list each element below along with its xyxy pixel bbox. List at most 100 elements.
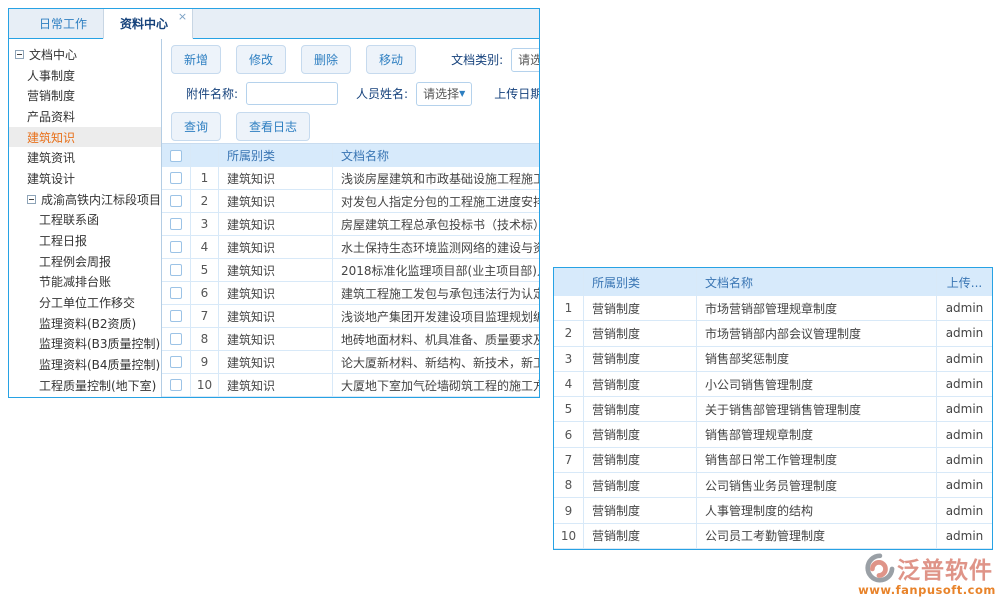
table-row[interactable]: 7营销制度销售部日常工作管理制度admin bbox=[554, 448, 992, 473]
row-checkbox[interactable] bbox=[170, 172, 182, 184]
tree-node-project[interactable]: 成渝高铁内江标段项目 bbox=[9, 189, 161, 210]
row-category: 建筑知识 bbox=[219, 236, 333, 258]
sidebar-item[interactable]: 工程例会周报 bbox=[9, 251, 161, 272]
row-number: 4 bbox=[191, 236, 219, 258]
row-checkbox[interactable] bbox=[170, 264, 182, 276]
query-button[interactable]: 查询 bbox=[171, 112, 221, 141]
table-row[interactable]: 10营销制度公司员工考勤管理制度admin bbox=[554, 524, 992, 549]
chevron-down-icon: ▼ bbox=[459, 89, 465, 98]
header-cell-uploader[interactable]: 上传... bbox=[936, 268, 992, 296]
sidebar-item[interactable]: 分工单位工作移交 bbox=[9, 292, 161, 313]
sidebar-item[interactable]: 监理资料(B4质量控制) bbox=[9, 354, 161, 375]
row-doc-name: 销售部日常工作管理制度 bbox=[697, 448, 936, 472]
row-uploader: admin bbox=[936, 321, 992, 345]
row-checkbox[interactable] bbox=[170, 287, 182, 299]
table-row[interactable]: 1建筑知识浅谈房屋建筑和市政基础设施工程施工... bbox=[162, 167, 539, 190]
modify-button[interactable]: 修改 bbox=[236, 45, 286, 74]
row-checkbox-cell bbox=[162, 190, 191, 212]
table-row[interactable]: 5建筑知识2018标准化监理项目部(业主项目部)人员... bbox=[162, 259, 539, 282]
row-doc-name: 房屋建筑工程总承包投标书（技术标）... bbox=[333, 213, 539, 235]
upload-date-label: 上传日期 bbox=[494, 85, 539, 102]
row-uploader: admin bbox=[936, 347, 992, 371]
sidebar-item[interactable]: 监理资料(B2资质) bbox=[9, 313, 161, 334]
sidebar-item[interactable]: 监理资料(B3质量控制) bbox=[9, 334, 161, 355]
view-log-button[interactable]: 查看日志 bbox=[236, 112, 310, 141]
table-row[interactable]: 9建筑知识论大厦新材料、新结构、新技术，新工... bbox=[162, 351, 539, 374]
row-doc-name: 2018标准化监理项目部(业主项目部)人员... bbox=[333, 259, 539, 281]
table-row[interactable]: 3建筑知识房屋建筑工程总承包投标书（技术标）... bbox=[162, 213, 539, 236]
table-row[interactable]: 7建筑知识浅谈地产集团开发建设项目监理规划编... bbox=[162, 305, 539, 328]
sidebar-item[interactable]: 营销制度 bbox=[9, 85, 161, 106]
move-button[interactable]: 移动 bbox=[366, 45, 416, 74]
table-row[interactable]: 1营销制度市场营销部管理规章制度admin bbox=[554, 296, 992, 321]
row-number: 4 bbox=[554, 372, 584, 396]
person-name-select[interactable]: 请选择 ▼ bbox=[416, 82, 472, 106]
sidebar-item[interactable]: 建筑知识 bbox=[9, 127, 161, 148]
row-checkbox-cell bbox=[162, 374, 191, 396]
delete-button[interactable]: 删除 bbox=[301, 45, 351, 74]
select-all-checkbox[interactable] bbox=[170, 150, 182, 162]
logo-row: 泛普软件 bbox=[856, 551, 998, 585]
collapse-icon[interactable] bbox=[15, 50, 24, 59]
toolbar-row-2: 附件名称: 人员姓名: 请选择 ▼ 上传日期 bbox=[162, 77, 539, 110]
row-number: 6 bbox=[191, 282, 219, 304]
row-checkbox[interactable] bbox=[170, 356, 182, 368]
row-checkbox-cell bbox=[162, 259, 191, 281]
sidebar-item[interactable]: 工程质量控制(地下室) bbox=[9, 375, 161, 396]
table-row[interactable]: 8建筑知识地砖地面材料、机具准备、质量要求及... bbox=[162, 328, 539, 351]
row-checkbox[interactable] bbox=[170, 333, 182, 345]
table-row[interactable]: 10建筑知识大厦地下室加气砼墙砌筑工程的施工方... bbox=[162, 374, 539, 397]
sidebar-item[interactable]: 人事制度 bbox=[9, 65, 161, 86]
row-checkbox[interactable] bbox=[170, 379, 182, 391]
close-icon[interactable]: × bbox=[178, 10, 187, 23]
row-category: 建筑知识 bbox=[219, 305, 333, 327]
table-row[interactable]: 6营销制度销售部管理规章制度admin bbox=[554, 422, 992, 447]
add-button[interactable]: 新增 bbox=[171, 45, 221, 74]
row-doc-name: 销售部管理规章制度 bbox=[697, 422, 936, 446]
sidebar-item[interactable]: 建筑资讯 bbox=[9, 147, 161, 168]
row-checkbox[interactable] bbox=[170, 310, 182, 322]
row-doc-name: 对发包人指定分包的工程施工进度安排... bbox=[333, 190, 539, 212]
row-checkbox-cell bbox=[162, 167, 191, 189]
row-category: 建筑知识 bbox=[219, 374, 333, 396]
row-checkbox[interactable] bbox=[170, 195, 182, 207]
fanpu-logo-icon bbox=[861, 553, 895, 583]
row-checkbox[interactable] bbox=[170, 241, 182, 253]
table-row[interactable]: 3营销制度销售部奖惩制度admin bbox=[554, 347, 992, 372]
sidebar-item[interactable]: 工程联系函 bbox=[9, 210, 161, 231]
logo-url: www.fanpusoft.com bbox=[856, 583, 998, 597]
doc-category-select[interactable]: 请选择 ▼ bbox=[511, 48, 539, 72]
tab-daily-work[interactable]: 日常工作 bbox=[23, 8, 103, 38]
table-row[interactable]: 6建筑知识建筑工程施工发包与承包违法行为认定... bbox=[162, 282, 539, 305]
tree-project-label: 成渝高铁内江标段项目 bbox=[41, 191, 161, 208]
row-doc-name: 公司销售业务员管理制度 bbox=[697, 473, 936, 497]
sidebar-item[interactable]: 建筑设计 bbox=[9, 168, 161, 189]
table-row[interactable]: 4建筑知识水土保持生态环境监测网络的建设与资... bbox=[162, 236, 539, 259]
sidebar-item[interactable]: 节能减排台账 bbox=[9, 272, 161, 293]
tab-bar: 日常工作 资料中心 × bbox=[9, 9, 539, 39]
tree-node-document-center[interactable]: 文档中心 bbox=[9, 44, 161, 65]
table-row[interactable]: 4营销制度小公司销售管理制度admin bbox=[554, 372, 992, 397]
row-doc-name: 建筑工程施工发包与承包违法行为认定... bbox=[333, 282, 539, 304]
attachment-name-input[interactable] bbox=[246, 82, 338, 105]
row-number: 10 bbox=[191, 374, 219, 396]
row-uploader: admin bbox=[936, 397, 992, 421]
row-doc-name: 地砖地面材料、机具准备、质量要求及... bbox=[333, 328, 539, 350]
sidebar-item[interactable]: 工程日报 bbox=[9, 230, 161, 251]
sidebar-item[interactable]: 产品资料 bbox=[9, 106, 161, 127]
table-row[interactable]: 8营销制度公司销售业务员管理制度admin bbox=[554, 473, 992, 498]
row-category: 营销制度 bbox=[584, 498, 697, 522]
row-checkbox-cell bbox=[162, 328, 191, 350]
collapse-icon[interactable] bbox=[27, 195, 36, 204]
tab-data-center[interactable]: 资料中心 × bbox=[103, 8, 193, 39]
table-row[interactable]: 5营销制度关于销售部管理销售管理制度admin bbox=[554, 397, 992, 422]
row-checkbox-cell bbox=[162, 351, 191, 373]
row-number: 7 bbox=[191, 305, 219, 327]
table-row[interactable]: 2建筑知识对发包人指定分包的工程施工进度安排... bbox=[162, 190, 539, 213]
row-checkbox[interactable] bbox=[170, 218, 182, 230]
table-row[interactable]: 9营销制度人事管理制度的结构admin bbox=[554, 498, 992, 523]
tree-level1: 人事制度营销制度产品资料建筑知识建筑资讯建筑设计 bbox=[9, 65, 161, 189]
row-category: 营销制度 bbox=[584, 296, 697, 320]
row-number: 8 bbox=[554, 473, 584, 497]
table-row[interactable]: 2营销制度市场营销部内部会议管理制度admin bbox=[554, 321, 992, 346]
